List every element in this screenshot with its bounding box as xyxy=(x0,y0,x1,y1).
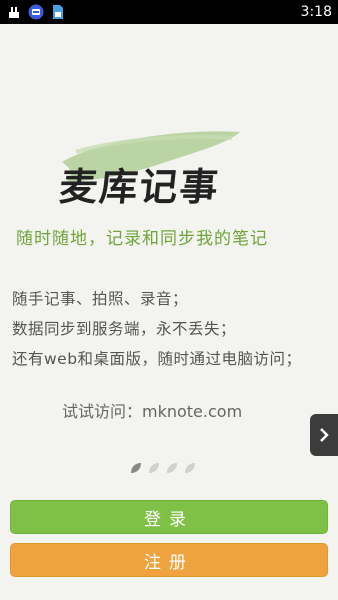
feature-line: 随手记事、拍照、录音； xyxy=(12,290,189,308)
feature-list: 随手记事、拍照、录音； 数据同步到服务端，永不丢失； 还有web和桌面版，随时通… xyxy=(12,284,338,374)
visit-website-text: 试试访问：mknote.com xyxy=(62,402,243,421)
feature-line: 数据同步到服务端，永不丢失； xyxy=(12,320,237,338)
page-dot xyxy=(185,463,195,473)
feature-line: 还有web和桌面版，随时通过电脑访问； xyxy=(12,350,302,368)
chevron-right-icon xyxy=(320,428,329,442)
page-dot xyxy=(167,463,177,473)
usb-debug-icon xyxy=(6,5,22,19)
page-dot-active xyxy=(131,463,141,473)
login-button[interactable]: 登录 xyxy=(10,500,328,534)
next-page-button[interactable] xyxy=(310,414,338,456)
app-notification-icon xyxy=(28,4,44,20)
register-button[interactable]: 注册 xyxy=(10,543,328,577)
status-icons xyxy=(6,4,66,20)
app-tagline: 随时随地，记录和同步我的笔记 xyxy=(16,229,268,249)
status-bar: 3:18 xyxy=(0,0,338,24)
page-dot xyxy=(149,463,159,473)
sim-card-icon xyxy=(50,5,66,19)
clock: 3:18 xyxy=(300,4,332,20)
page-indicator xyxy=(130,462,196,474)
app-title: 麦库记事 xyxy=(57,164,223,209)
